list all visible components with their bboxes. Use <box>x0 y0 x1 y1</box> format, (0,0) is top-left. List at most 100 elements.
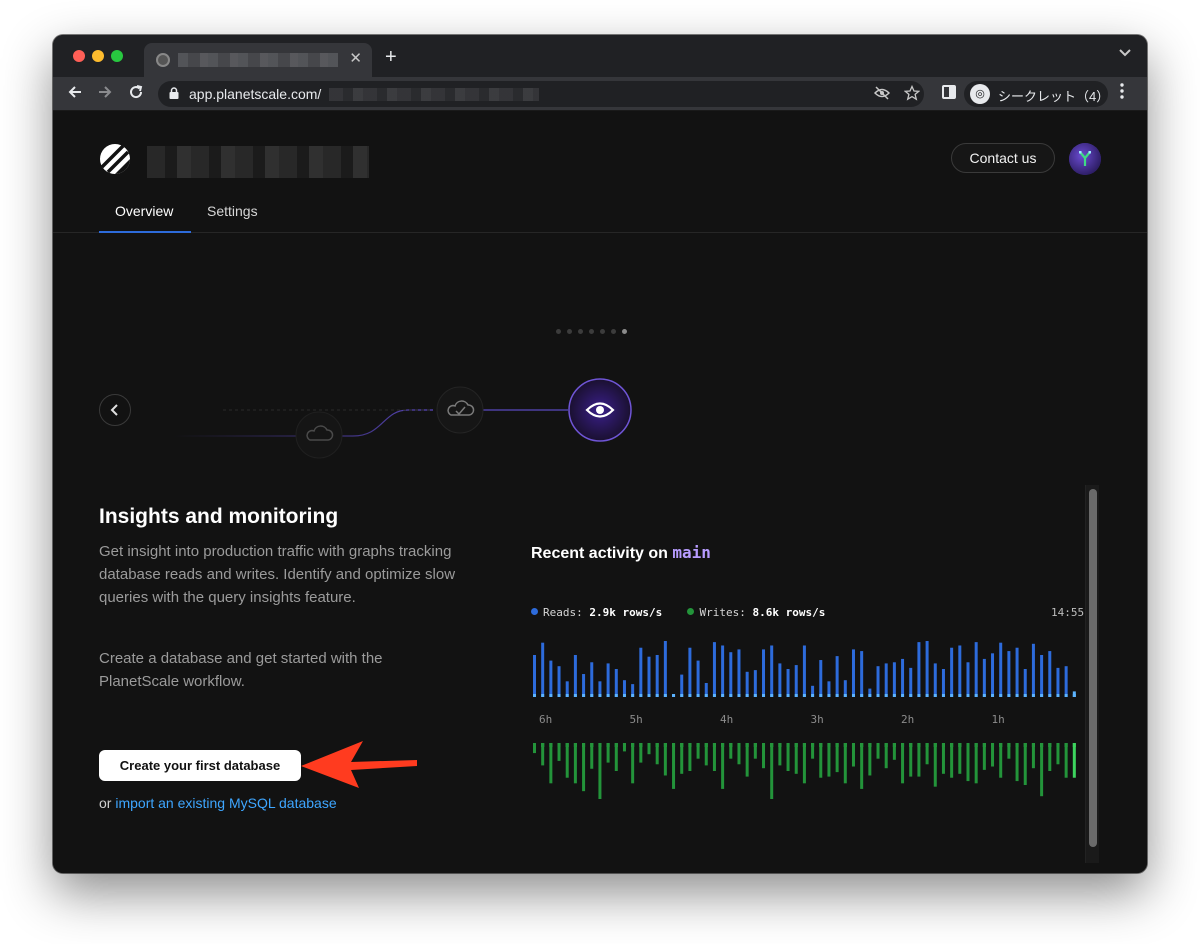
address-bar[interactable]: app.planetscale.com/ <box>158 81 924 107</box>
reads-bar <box>639 647 643 697</box>
chevron-left-icon <box>110 404 118 416</box>
writes-bar <box>680 743 684 774</box>
scrollbar[interactable] <box>1085 485 1099 863</box>
writes-bar <box>753 743 757 759</box>
tab-close-icon[interactable]: ✕ <box>349 50 362 68</box>
contact-us-button[interactable]: Contact us <box>951 143 1055 173</box>
writes-bar <box>802 743 806 784</box>
tab-overview[interactable]: Overview <box>115 203 173 219</box>
user-avatar[interactable] <box>1069 143 1101 175</box>
reads-baseline-tick <box>860 694 864 697</box>
reads-baseline-tick <box>1007 694 1011 697</box>
reads-baseline-tick <box>1048 694 1052 697</box>
x-tick-label: 6h <box>539 713 552 726</box>
branch-name[interactable]: main <box>672 543 711 562</box>
reads-baseline-tick <box>786 694 790 697</box>
scrollbar-thumb[interactable] <box>1089 489 1097 847</box>
url-path-redacted <box>329 88 539 101</box>
reads-bar <box>851 649 855 697</box>
writes-bar <box>1015 743 1019 782</box>
reads-bar <box>802 645 806 697</box>
back-arrow-icon[interactable] <box>67 84 83 100</box>
import-mysql-link[interactable]: import an existing MySQL database <box>115 795 336 811</box>
reads-baseline-tick <box>966 694 970 697</box>
reads-bar <box>1064 666 1068 697</box>
forward-arrow-icon[interactable] <box>97 84 113 100</box>
writes-bar <box>541 743 545 766</box>
writes-bar <box>868 743 872 776</box>
eye-off-icon[interactable] <box>874 85 890 101</box>
reads-bar <box>925 641 929 697</box>
create-database-prompt: Create a database and get started with t… <box>99 650 383 690</box>
reads-baseline-tick <box>778 694 782 697</box>
browser-window: ✕ + app.planetscale.com/ ◎ シークレット（4） Con… <box>53 35 1147 873</box>
writes-bar <box>614 743 618 771</box>
writes-bar <box>582 743 586 792</box>
reads-bar <box>1023 669 1027 697</box>
writes-bar <box>590 743 594 769</box>
writes-bar <box>631 743 635 784</box>
reads-bar <box>941 669 945 697</box>
close-window-button[interactable] <box>73 50 85 62</box>
tab-search-chevron-icon[interactable] <box>1119 49 1131 57</box>
writes-bar <box>991 743 995 767</box>
active-tab-underline <box>99 231 191 233</box>
reads-bar <box>794 665 798 697</box>
create-database-button[interactable]: Create your first database <box>99 750 301 781</box>
reads-baseline-tick <box>794 694 798 697</box>
reads-baseline-tick <box>704 694 708 697</box>
minimize-window-button[interactable] <box>92 50 104 62</box>
writes-bar <box>811 743 815 759</box>
reads-bar <box>892 662 896 697</box>
side-panel-icon[interactable] <box>942 85 956 99</box>
reads-bar <box>721 645 725 697</box>
reads-baseline-tick <box>819 694 823 697</box>
reads-bar <box>884 663 888 697</box>
activity-chart: 6h 5h 4h 3h 2h 1h <box>533 641 1076 799</box>
writes-bar <box>770 743 774 799</box>
reads-baseline-tick <box>549 694 553 697</box>
maximize-window-button[interactable] <box>111 50 123 62</box>
x-tick-label: 5h <box>630 713 643 726</box>
writes-bar <box>721 743 725 789</box>
reads-baseline-tick <box>802 694 806 697</box>
reads-baseline-tick <box>1015 694 1019 697</box>
reads-bar <box>655 655 659 697</box>
reload-icon[interactable] <box>128 84 144 100</box>
writes-bar <box>851 743 855 767</box>
tab-settings[interactable]: Settings <box>207 203 258 219</box>
incognito-indicator[interactable]: ◎ シークレット（4） <box>964 81 1109 107</box>
reads-bar <box>696 660 700 697</box>
writes-bar <box>1048 743 1052 771</box>
new-tab-button[interactable]: + <box>385 47 397 67</box>
reads-bar <box>1056 667 1060 697</box>
reads-baseline-tick <box>901 694 905 697</box>
bookmark-star-icon[interactable] <box>904 85 920 101</box>
reads-baseline-tick <box>533 694 536 697</box>
reads-bar <box>909 667 913 697</box>
reads-baseline-tick <box>1056 694 1060 697</box>
browser-tab[interactable]: ✕ <box>144 43 372 77</box>
planetscale-logo-icon[interactable] <box>99 143 131 175</box>
import-prefix: or <box>99 795 116 811</box>
writes-bar <box>1031 743 1035 769</box>
reads-bar <box>533 655 536 697</box>
reads-baseline-tick <box>688 694 692 697</box>
reads-bar <box>1031 643 1035 697</box>
reads-baseline-tick <box>712 694 716 697</box>
writes-bar <box>598 743 602 799</box>
writes-bar <box>925 743 929 765</box>
reads-bar <box>762 649 766 697</box>
carousel-prev-button[interactable] <box>99 394 131 426</box>
reads-baseline-tick <box>1064 694 1068 697</box>
reads-baseline-tick <box>672 694 676 697</box>
reads-baseline-tick <box>884 694 888 697</box>
reads-baseline-tick <box>1072 694 1076 697</box>
writes-bar <box>786 743 790 771</box>
writes-bar <box>573 743 577 784</box>
reads-bar <box>933 663 937 697</box>
project-tabs: Overview Settings <box>53 192 1147 233</box>
reads-baseline-tick <box>565 694 569 697</box>
writes-bar <box>745 743 749 777</box>
browser-menu-icon[interactable] <box>1119 82 1125 100</box>
